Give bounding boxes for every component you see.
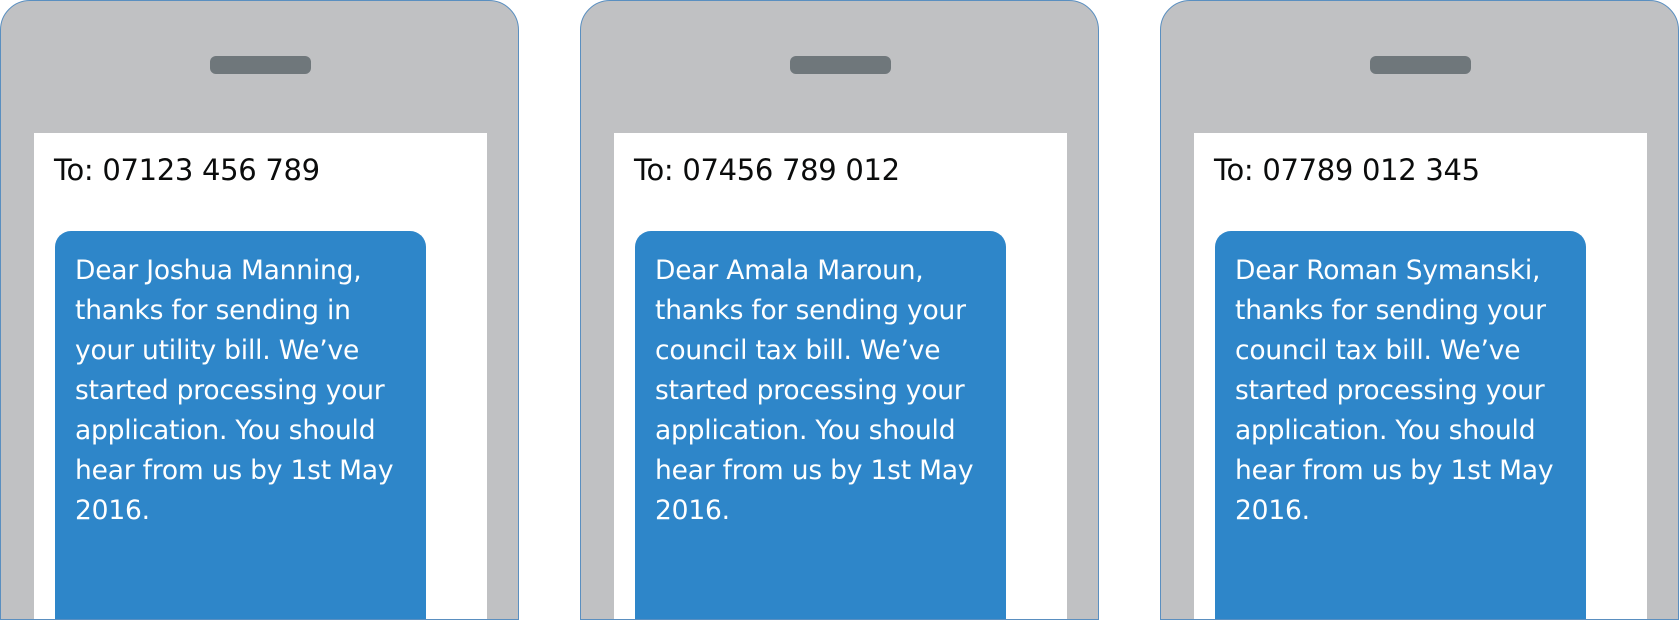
phone-screen: To: 07789 012 345 Dear Roman Symanski, t… xyxy=(1194,133,1647,619)
message-text: Dear Roman Symanski, thanks for sending … xyxy=(1235,255,1554,526)
phone-speaker xyxy=(790,56,891,74)
recipient-number: To: 07456 789 012 xyxy=(634,153,900,187)
message-bubble: Dear Joshua Manning, thanks for sending … xyxy=(55,231,426,619)
phone-speaker xyxy=(1370,56,1471,74)
message-bubble: Dear Amala Maroun, thanks for sending yo… xyxy=(635,231,1006,619)
phone-screen: To: 07456 789 012 Dear Amala Maroun, tha… xyxy=(614,133,1067,619)
message-text: Dear Joshua Manning, thanks for sending … xyxy=(75,255,394,526)
phone-speaker xyxy=(210,56,311,74)
message-text: Dear Amala Maroun, thanks for sending yo… xyxy=(655,255,974,526)
phone-mockup-1: To: 07123 456 789 Dear Joshua Manning, t… xyxy=(0,0,519,620)
recipient-number: To: 07789 012 345 xyxy=(1214,153,1480,187)
recipient-number: To: 07123 456 789 xyxy=(54,153,320,187)
phone-mockup-3: To: 07789 012 345 Dear Roman Symanski, t… xyxy=(1160,0,1679,620)
message-bubble: Dear Roman Symanski, thanks for sending … xyxy=(1215,231,1586,619)
phone-screen: To: 07123 456 789 Dear Joshua Manning, t… xyxy=(34,133,487,619)
phone-mockup-2: To: 07456 789 012 Dear Amala Maroun, tha… xyxy=(580,0,1099,620)
